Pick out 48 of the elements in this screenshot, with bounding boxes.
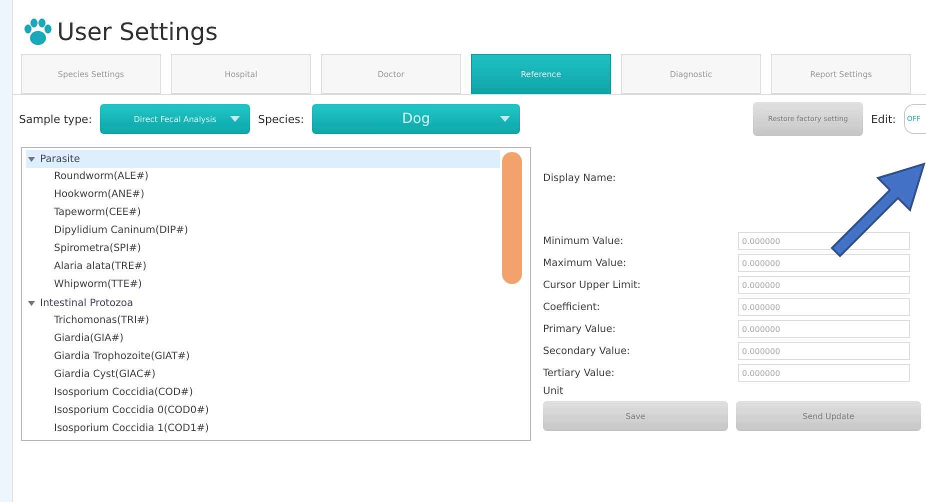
value-field[interactable]: 0.000000 <box>738 342 910 360</box>
field-label: Primary Value: <box>543 324 617 334</box>
edit-label: Edit: <box>870 112 896 126</box>
tree-item[interactable]: Isosporium Coccidia 0(COD0#) <box>26 402 500 420</box>
tree-item[interactable]: Hookworm(ANE#) <box>26 186 500 204</box>
tab[interactable]: Doctor <box>321 54 461 94</box>
value-field[interactable]: 0.000000 <box>738 298 910 316</box>
tree-item[interactable]: Giardia Cyst(GIAC#) <box>26 366 500 384</box>
value-field[interactable]: 0.000000 <box>738 232 910 250</box>
expand-triangle-icon[interactable] <box>28 300 34 306</box>
value-field[interactable]: 0.000000 <box>738 364 910 382</box>
tab[interactable]: Species Settings <box>21 54 161 94</box>
tree-item[interactable]: Isosporium Coccidia 1(COD1#) <box>26 420 500 438</box>
tree-item[interactable]: Roundworm(ALE#) <box>26 168 500 186</box>
tab[interactable]: Report Settings <box>771 54 911 94</box>
value-field[interactable]: 0.000000 <box>738 320 910 338</box>
display-name-label: Display Name: <box>543 173 616 184</box>
tab[interactable]: Hospital <box>171 54 311 94</box>
tree-item[interactable]: Giardia Trophozoite(GIAT#) <box>26 348 500 366</box>
value-field[interactable]: 0.000000 <box>738 276 910 294</box>
paw-icon <box>23 18 53 46</box>
tab[interactable]: Reference <box>471 54 611 94</box>
tree-item[interactable]: Dipylidium Caninum(DIP#) <box>26 222 500 240</box>
field-label: Minimum Value: <box>543 236 624 246</box>
field-label: Secondary Value: <box>543 346 631 356</box>
tree-item[interactable]: Trichomonas(TRI#) <box>26 312 500 330</box>
species-dropdown[interactable]: Dog <box>312 104 520 134</box>
tree-item[interactable]: Spirometra(SPI#) <box>26 240 500 258</box>
value-field[interactable]: 0.000000 <box>738 254 910 272</box>
tab[interactable]: Diagnostic <box>621 54 761 94</box>
expand-triangle-icon[interactable] <box>28 156 34 162</box>
field-label: Tertiary Value: <box>543 368 616 378</box>
sample-type-label: Sample type: <box>19 112 92 126</box>
sample-type-dropdown[interactable]: Direct Fecal Analysis <box>100 104 250 134</box>
field-label: Cursor Upper Limit: <box>543 280 642 290</box>
species-label: Species: <box>258 112 304 126</box>
tree-item[interactable]: Isosporium Coccidia(COD#) <box>26 384 500 402</box>
field-label: Maximum Value: <box>543 258 628 268</box>
window-title: User Settings <box>57 18 218 46</box>
field-label: Coefficient: <box>543 302 601 312</box>
tree-group-row[interactable]: Intestinal Protozoa <box>26 294 500 312</box>
unit-label: Unit <box>543 386 564 397</box>
tree-item[interactable]: Tapeworm(CEE#) <box>26 204 500 222</box>
tree-item[interactable]: Whipworm(TTE#) <box>26 276 500 294</box>
tree-group-row[interactable]: Parasite <box>26 150 500 168</box>
scrollbar-thumb[interactable] <box>502 152 522 284</box>
tree-item[interactable]: Alaria alata(TRE#) <box>26 258 500 276</box>
tree-item[interactable]: Giardia(GIA#) <box>26 330 500 348</box>
